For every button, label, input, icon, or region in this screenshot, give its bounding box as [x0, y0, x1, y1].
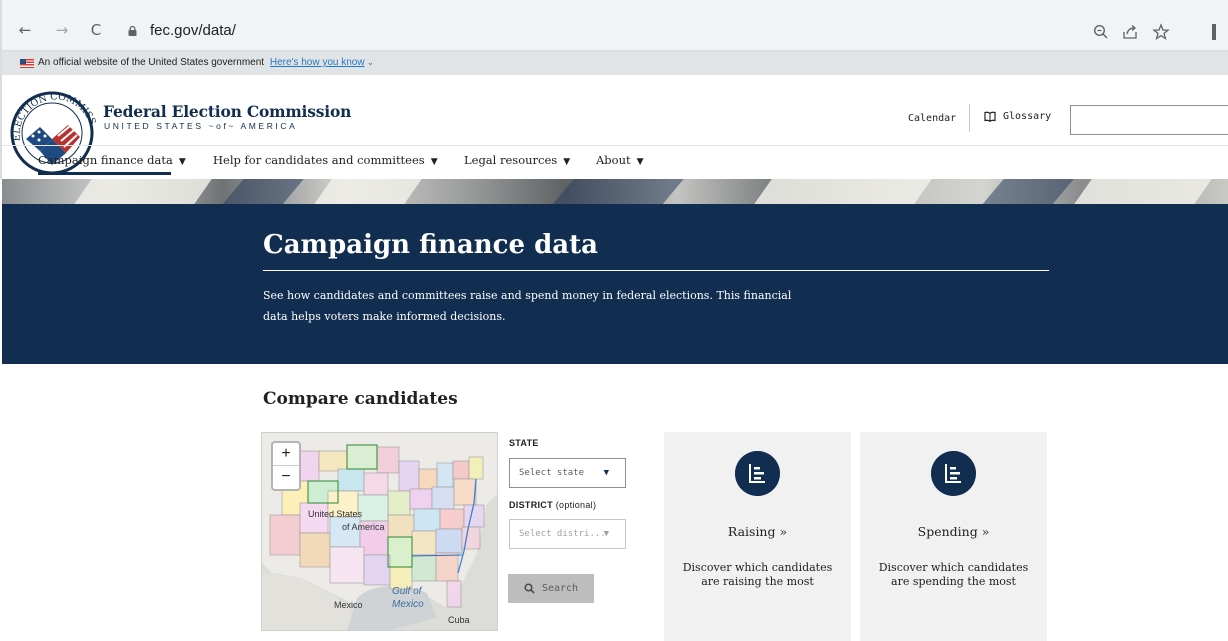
zoom-icon[interactable] — [1092, 23, 1110, 41]
search-button-label: Search — [541, 583, 579, 594]
district-label: DISTRICT (optional) — [509, 500, 596, 510]
caret-down-icon: ▼ — [563, 157, 571, 167]
gov-banner: An official website of the United States… — [0, 51, 1228, 75]
zoom-out-button[interactable]: − — [273, 466, 299, 489]
hero-description: See how candidates and committees raise … — [263, 289, 792, 323]
bar-chart-icon — [735, 451, 780, 496]
search-button[interactable]: Search — [508, 574, 594, 603]
utility-divider — [969, 104, 970, 132]
state-select[interactable]: Select state ▼ — [509, 458, 626, 488]
hero-divider — [263, 270, 1049, 271]
side-panel-icon[interactable] — [1212, 24, 1216, 40]
state-select-value: Select state — [519, 468, 585, 478]
map-label-country-2: of America — [342, 522, 385, 532]
main-nav: Campaign finance data ▼ Help for candidat… — [2, 145, 1228, 179]
address-bar[interactable]: fec.gov/data/ — [112, 17, 1220, 47]
search-icon — [524, 583, 535, 594]
district-label-text: DISTRICT — [509, 500, 553, 510]
gov-banner-text: An official website of the United States… — [38, 57, 265, 68]
dropdown-arrow-icon: ▼ — [603, 529, 609, 539]
compare-candidates-heading: Compare candidates — [263, 389, 458, 409]
nav-label: Help for candidates and committees — [213, 153, 425, 167]
reload-icon[interactable]: C — [86, 20, 106, 40]
site-header: ELECTION COMMISSION Federal Election Com… — [0, 75, 1228, 179]
glossary-label: Glossary — [1003, 111, 1052, 122]
hero-banner: Campaign finance data See how candidates… — [2, 204, 1228, 364]
district-optional-text: (optional) — [555, 500, 597, 510]
star-icon[interactable] — [1152, 23, 1170, 41]
us-flag-icon — [20, 59, 34, 68]
map-label-gulf: Gulf of — [392, 586, 422, 597]
calendar-link[interactable]: Calendar — [908, 113, 956, 124]
state-label: STATE — [509, 438, 539, 448]
hero-photo-strip — [2, 179, 1228, 204]
map-zoom-control: + − — [271, 441, 301, 491]
back-icon[interactable]: ← — [15, 20, 35, 40]
spending-description: Discover which candidates are spending t… — [878, 561, 1029, 588]
bar-chart-icon — [931, 451, 976, 496]
nav-label: About — [596, 153, 631, 167]
spending-card[interactable]: Spending » Discover which candidates are… — [860, 432, 1047, 641]
caret-down-icon: ▼ — [178, 157, 186, 167]
us-district-map[interactable]: + − United States of America Mexico Gulf… — [261, 432, 498, 631]
map-label-country: United States — [308, 509, 363, 519]
glossary-link[interactable]: Glossary — [984, 111, 1051, 122]
nav-about[interactable]: About ▼ — [596, 153, 644, 167]
raising-description: Discover which candidates are raising th… — [682, 561, 833, 588]
map-label-cuba: Cuba — [448, 615, 470, 625]
caret-down-icon: ▼ — [430, 157, 438, 167]
browser-toolbar: ← → C fec.gov/data/ — [0, 0, 1228, 51]
site-search-input[interactable] — [1070, 105, 1228, 135]
nav-active-indicator — [38, 172, 171, 175]
nav-label: Legal resources — [464, 153, 558, 167]
page-title: Campaign finance data — [263, 230, 598, 260]
nav-campaign-finance-data[interactable]: Campaign finance data ▼ — [38, 153, 186, 167]
zoom-in-button[interactable]: + — [273, 443, 299, 466]
raising-card[interactable]: Raising » Discover which candidates are … — [664, 432, 851, 641]
nav-label: Campaign finance data — [38, 153, 173, 167]
nav-help-for-candidates[interactable]: Help for candidates and committees ▼ — [213, 153, 438, 167]
share-icon[interactable] — [1121, 23, 1139, 41]
url-text[interactable]: fec.gov/data/ — [150, 22, 236, 39]
book-icon — [984, 111, 996, 122]
caret-down-icon: ▼ — [636, 157, 644, 167]
district-select-value: Select distri... — [519, 529, 606, 539]
forward-icon[interactable]: → — [52, 20, 72, 40]
chevron-down-icon[interactable]: ⌄ — [367, 57, 375, 68]
dropdown-arrow-icon: ▼ — [603, 468, 609, 478]
raising-link[interactable]: Raising » — [664, 524, 851, 539]
map-label-gulf-2: Mexico — [392, 599, 424, 610]
map-label-mexico: Mexico — [334, 600, 363, 610]
heres-how-you-know-link[interactable]: Here's how you know — [270, 57, 365, 68]
district-select[interactable]: Select distri... ▼ — [509, 519, 626, 549]
spending-link[interactable]: Spending » — [860, 524, 1047, 539]
nav-legal-resources[interactable]: Legal resources ▼ — [464, 153, 570, 167]
lock-icon — [128, 26, 137, 36]
site-title[interactable]: Federal Election Commission — [103, 102, 351, 121]
site-subtitle: UNITED STATES ~of~ AMERICA — [104, 121, 298, 131]
